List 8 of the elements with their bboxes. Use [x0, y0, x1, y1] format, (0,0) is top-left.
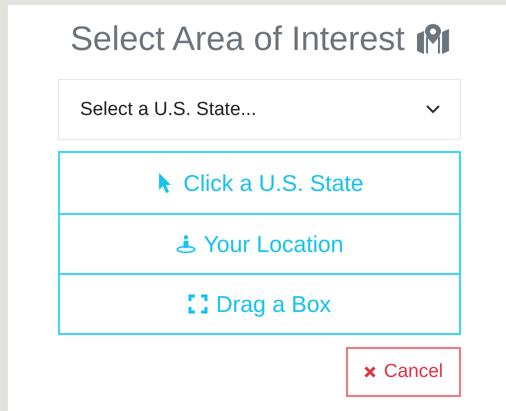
- selection-box-icon: [188, 293, 208, 315]
- map-pin-icon: [416, 24, 449, 54]
- chevron-down-icon: [426, 105, 440, 114]
- panel-title: Select Area of Interest: [70, 20, 405, 58]
- close-icon: [364, 366, 376, 378]
- cancel-button[interactable]: Cancel: [346, 347, 461, 397]
- state-select[interactable]: Select a U.S. State...: [58, 79, 461, 140]
- person-location-icon: [176, 233, 196, 255]
